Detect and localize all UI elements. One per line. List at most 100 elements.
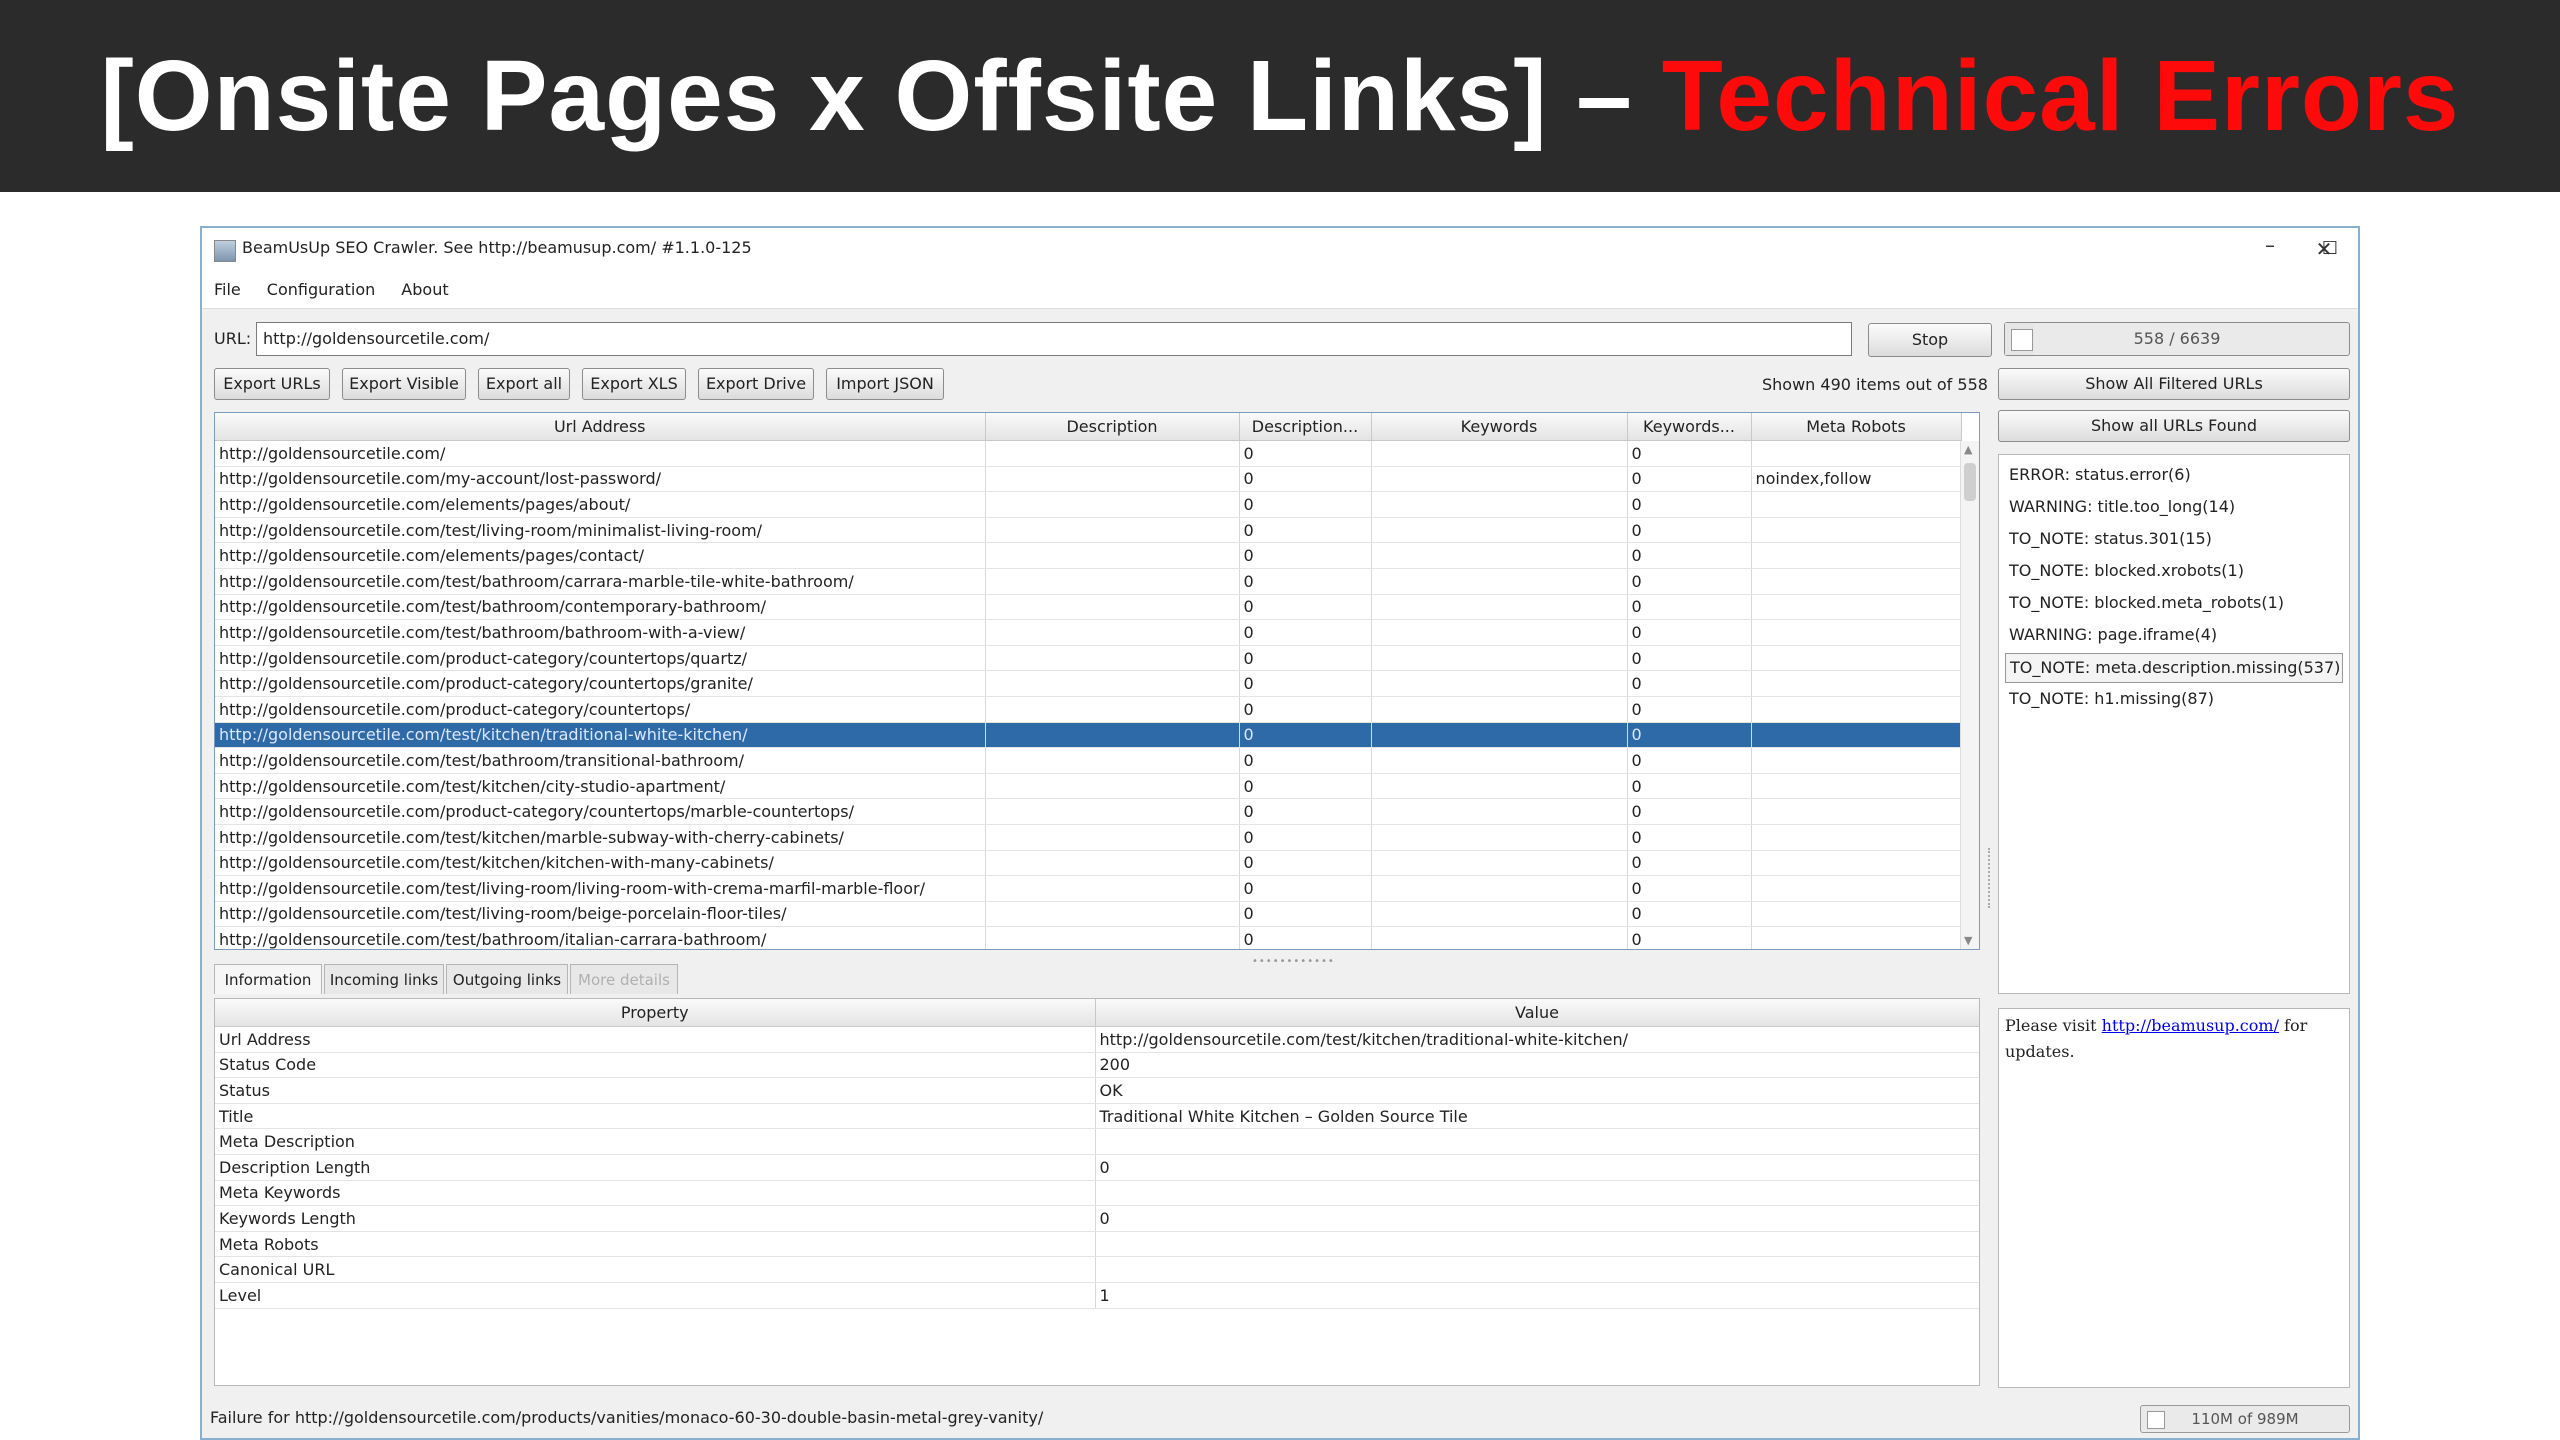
table-cell — [1371, 875, 1628, 902]
stop-button[interactable]: Stop — [1868, 323, 1992, 357]
show-all-urls-button[interactable]: Show all URLs Found — [1998, 410, 2350, 442]
property-row[interactable]: Keywords Length 0 — [215, 1205, 1979, 1232]
table-cell — [1371, 466, 1628, 493]
memory-indicator[interactable]: 110M of 989M — [2140, 1405, 2350, 1433]
property-row[interactable]: Meta Description — [215, 1128, 1979, 1155]
table-row[interactable]: http://goldensourcetile.com/test/bathroo… — [215, 568, 1962, 595]
issue-item[interactable]: TO_NOTE: status.301(15) — [2005, 525, 2343, 553]
property-row[interactable]: Title Traditional White Kitchen – Golden … — [215, 1103, 1979, 1130]
table-row[interactable]: http://goldensourcetile.com/my-account/l… — [215, 466, 1962, 493]
table-cell — [1371, 798, 1628, 825]
property-column-header[interactable]: Value — [1095, 999, 1979, 1027]
property-column-header[interactable]: Property — [215, 999, 1096, 1027]
menu-file[interactable]: File — [214, 272, 241, 308]
table-cell: http://goldensourcetile.com/test/bathroo… — [215, 619, 986, 646]
export-visible-button[interactable]: Export Visible — [342, 368, 466, 400]
property-row[interactable]: Meta Robots — [215, 1231, 1979, 1258]
table-row[interactable]: http://goldensourcetile.com/product-cate… — [215, 670, 1962, 697]
column-header[interactable]: Keywords... — [1627, 413, 1752, 441]
menu-configuration[interactable]: Configuration — [267, 272, 376, 308]
table-cell — [1371, 568, 1628, 595]
export-xls-button[interactable]: Export XLS — [582, 368, 686, 400]
scroll-up-icon[interactable]: ▲ — [1964, 443, 1972, 456]
tab-incoming-links[interactable]: Incoming links — [324, 964, 444, 994]
issue-item[interactable]: WARNING: page.iframe(4) — [2005, 621, 2343, 649]
table-row[interactable]: http://goldensourcetile.com/test/bathroo… — [215, 594, 1962, 621]
status-bar-text: Failure for http://goldensourcetile.com/… — [210, 1408, 1044, 1427]
table-row[interactable]: http://goldensourcetile.com/test/bathroo… — [215, 619, 1962, 646]
column-header[interactable]: Meta Robots — [1751, 413, 1962, 441]
table-row[interactable]: http://goldensourcetile.com/product-cate… — [215, 798, 1962, 825]
table-cell — [985, 619, 1240, 646]
property-name: Meta Description — [215, 1128, 1096, 1155]
close-button[interactable]: ✕ — [2296, 232, 2352, 266]
table-row[interactable]: http://goldensourcetile.com/test/bathroo… — [215, 747, 1962, 774]
table-cell — [1371, 491, 1628, 518]
table-row[interactable]: http://goldensourcetile.com/test/living-… — [215, 875, 1962, 902]
table-row[interactable]: http://goldensourcetile.com/product-cate… — [215, 696, 1962, 723]
table-cell — [1751, 517, 1962, 544]
crawl-progress: 558 / 6639 — [2004, 322, 2350, 356]
column-header[interactable]: Url Address — [215, 413, 986, 441]
table-scrollbar[interactable]: ▲ ▼ — [1960, 441, 1979, 949]
table-cell — [985, 747, 1240, 774]
minimize-button[interactable]: – — [2242, 228, 2298, 262]
show-filtered-urls-button[interactable]: Show All Filtered URLs — [1998, 368, 2350, 400]
scroll-down-icon[interactable]: ▼ — [1964, 934, 1972, 947]
table-cell — [1371, 670, 1628, 697]
column-header[interactable]: Description — [985, 413, 1240, 441]
table-row[interactable]: http://goldensourcetile.com/test/kitchen… — [215, 773, 1962, 800]
split-handle-horizontal[interactable]: •••••••••••• — [1252, 956, 1335, 967]
import-json-button[interactable]: Import JSON — [826, 368, 944, 400]
table-cell — [1751, 594, 1962, 621]
table-cell — [985, 594, 1240, 621]
table-cell — [1371, 747, 1628, 774]
scroll-thumb[interactable] — [1964, 463, 1976, 501]
table-row[interactable]: http://goldensourcetile.com/test/living-… — [215, 901, 1962, 928]
property-row[interactable]: Canonical URL — [215, 1256, 1979, 1283]
table-row[interactable]: http://goldensourcetile.com/test/living-… — [215, 517, 1962, 544]
issue-item[interactable]: TO_NOTE: blocked.meta_robots(1) — [2005, 589, 2343, 617]
issue-item[interactable]: WARNING: title.too_long(14) — [2005, 493, 2343, 521]
beamusup-link[interactable]: http://beamusup.com/ — [2102, 1016, 2279, 1035]
table-cell — [1751, 773, 1962, 800]
menu-about[interactable]: About — [401, 272, 448, 308]
property-name: Url Address — [215, 1026, 1096, 1053]
table-cell: 0 — [1239, 517, 1372, 544]
property-value: 0 — [1095, 1205, 1979, 1232]
table-cell: 0 — [1239, 594, 1372, 621]
property-row[interactable]: Status Code 200 — [215, 1052, 1979, 1079]
table-cell — [1371, 440, 1628, 467]
info-box: Please visit http://beamusup.com/ for up… — [1998, 1008, 2350, 1388]
export-urls-button[interactable]: Export URLs — [214, 368, 330, 400]
property-row[interactable]: Description Length 0 — [215, 1154, 1979, 1181]
table-cell: 0 — [1239, 466, 1372, 493]
column-header[interactable]: Description... — [1239, 413, 1372, 441]
issue-item[interactable]: TO_NOTE: meta.description.missing(537) — [2005, 653, 2343, 683]
issue-item[interactable]: ERROR: status.error(6) — [2005, 461, 2343, 489]
table-row[interactable]: http://goldensourcetile.com/elements/pag… — [215, 542, 1962, 569]
split-handle-vertical[interactable] — [1988, 848, 1994, 908]
column-header[interactable]: Keywords — [1371, 413, 1628, 441]
table-row[interactable]: http://goldensourcetile.com/test/bathroo… — [215, 926, 1962, 949]
property-row[interactable]: Url Address http://goldensourcetile.com/t… — [215, 1026, 1979, 1053]
table-row[interactable]: http://goldensourcetile.com/elements/pag… — [215, 491, 1962, 518]
tab-information[interactable]: Information — [214, 964, 322, 994]
property-row[interactable]: Meta Keywords — [215, 1180, 1979, 1207]
issue-item[interactable]: TO_NOTE: blocked.xrobots(1) — [2005, 557, 2343, 585]
property-row[interactable]: Status OK — [215, 1077, 1979, 1104]
table-row[interactable]: http://goldensourcetile.com/test/kitchen… — [215, 850, 1962, 877]
issue-item[interactable]: TO_NOTE: h1.missing(87) — [2005, 685, 2343, 713]
property-row[interactable]: Level 1 — [215, 1282, 1979, 1309]
table-row[interactable]: http://goldensourcetile.com/test/kitchen… — [215, 824, 1962, 851]
url-input[interactable]: http://goldensourcetile.com/ — [256, 322, 1852, 356]
tab-outgoing-links[interactable]: Outgoing links — [446, 964, 568, 994]
table-cell: http://goldensourcetile.com/product-cate… — [215, 696, 986, 723]
table-row[interactable]: http://goldensourcetile.com/test/kitchen… — [215, 722, 1962, 749]
table-cell: 0 — [1627, 517, 1752, 544]
table-row[interactable]: http://goldensourcetile.com/product-cate… — [215, 645, 1962, 672]
table-row[interactable]: http://goldensourcetile.com/0 0 — [215, 440, 1962, 467]
export-all-button[interactable]: Export all — [478, 368, 570, 400]
export-drive-button[interactable]: Export Drive — [698, 368, 814, 400]
table-cell — [985, 440, 1240, 467]
